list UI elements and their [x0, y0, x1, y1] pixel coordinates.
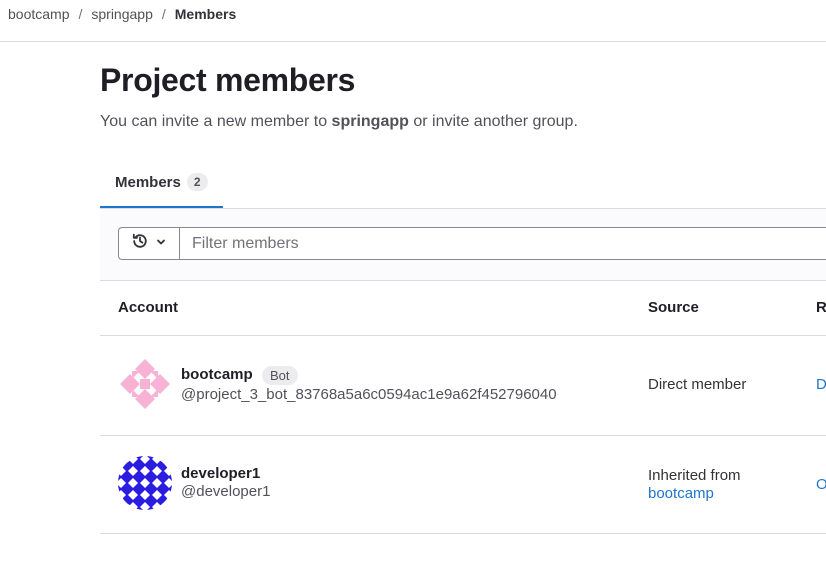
subtitle-prefix: You can invite a new member to	[100, 113, 332, 130]
member-source: Direct member	[648, 376, 747, 393]
avatar[interactable]	[118, 456, 172, 510]
breadcrumb-separator: /	[161, 6, 166, 22]
row-divider	[100, 533, 826, 534]
column-header-account: Account	[118, 299, 178, 316]
member-role-partial[interactable]: O	[816, 476, 826, 493]
breadcrumb: bootcamp / springapp / Members	[8, 6, 236, 22]
page-subtitle: You can invite a new member to springapp…	[100, 113, 578, 131]
tab-members-count: 2	[186, 173, 208, 191]
filter-bar	[100, 209, 826, 281]
breadcrumb-current[interactable]: Members	[175, 6, 236, 22]
breadcrumb-item-springapp[interactable]: springapp	[91, 6, 153, 22]
subtitle-suffix: or invite another group.	[408, 113, 578, 130]
avatar[interactable]	[118, 357, 172, 411]
member-source-link[interactable]: bootcamp	[648, 485, 714, 502]
filter-members-input[interactable]	[179, 227, 826, 260]
member-handle: @developer1	[181, 483, 271, 500]
chevron-down-icon	[155, 235, 167, 253]
member-role-partial[interactable]: D	[816, 376, 826, 393]
recent-searches-button[interactable]	[118, 227, 179, 260]
bot-badge: Bot	[262, 366, 298, 385]
history-icon	[131, 232, 149, 255]
row-divider	[100, 435, 826, 436]
member-name[interactable]: bootcamp	[181, 366, 253, 383]
tab-bar: Members 2	[100, 158, 826, 209]
breadcrumb-separator: /	[78, 6, 83, 22]
header-row-divider	[100, 335, 826, 336]
member-name[interactable]: developer1	[181, 465, 260, 482]
tab-members-label: Members	[115, 173, 181, 191]
header-divider	[0, 41, 826, 42]
member-handle: @project_3_bot_83768a5a6c0594ac1e9a62f45…	[181, 386, 557, 403]
subtitle-project: springapp	[331, 113, 409, 130]
column-header-role: R	[816, 299, 826, 316]
breadcrumb-item-bootcamp[interactable]: bootcamp	[8, 6, 69, 22]
page-title: Project members	[100, 62, 356, 98]
member-source-prefix: Inherited from	[648, 467, 741, 484]
column-header-source: Source	[648, 299, 699, 316]
tab-members[interactable]: Members 2	[100, 158, 223, 208]
